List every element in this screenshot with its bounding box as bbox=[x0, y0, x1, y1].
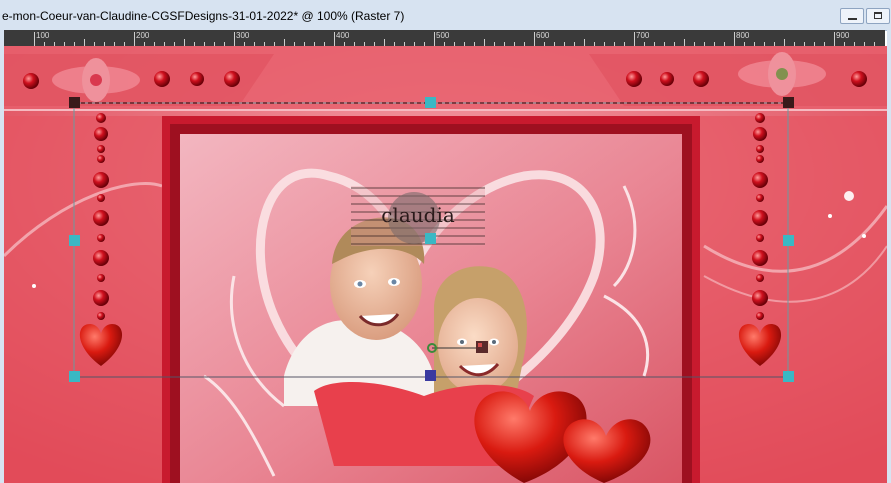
ruler-tick bbox=[34, 32, 35, 46]
ruler-tick bbox=[284, 39, 285, 46]
title-bar: e-mon-Coeur-van-Claudine-CGSFDesigns-31-… bbox=[0, 0, 891, 31]
ruler-tick bbox=[484, 39, 485, 46]
ruler-label: 200 bbox=[136, 31, 150, 40]
ruler-label: 100 bbox=[36, 31, 50, 40]
resize-handle-top-right bbox=[783, 97, 794, 108]
ruler-tick bbox=[734, 32, 735, 46]
ruler-label: 800 bbox=[736, 31, 750, 40]
resize-handle-top-left bbox=[69, 97, 80, 108]
ruler-tick bbox=[584, 39, 585, 46]
watermark-logo: claudia bbox=[351, 186, 485, 246]
image-canvas[interactable]: claudia bbox=[4, 46, 887, 483]
resize-handle-right-mid bbox=[783, 235, 794, 246]
ruler-tick bbox=[834, 32, 835, 46]
ruler-tick bbox=[634, 32, 635, 46]
right-side-panel bbox=[700, 116, 887, 483]
ruler-label: 500 bbox=[436, 31, 450, 40]
ruler-label: 300 bbox=[236, 31, 250, 40]
resize-handle-bottom-mid bbox=[425, 370, 436, 381]
watermark-text: claudia bbox=[381, 203, 455, 227]
ruler-tick bbox=[134, 32, 135, 46]
maximize-button[interactable] bbox=[866, 8, 890, 24]
resize-handle-bottom-left bbox=[69, 371, 80, 382]
ruler-tick bbox=[234, 32, 235, 46]
sparkle bbox=[844, 191, 854, 201]
horizontal-ruler[interactable]: 100 200 300 400 500 600 700 800 900 bbox=[4, 30, 885, 46]
resize-handle-center bbox=[425, 233, 436, 244]
ruler-tick bbox=[434, 32, 435, 46]
ruler-tick bbox=[534, 32, 535, 46]
sparkle bbox=[862, 234, 866, 238]
ruler-tick bbox=[184, 39, 185, 46]
ruler-tick bbox=[384, 39, 385, 46]
resize-handle-bottom-right bbox=[783, 371, 794, 382]
ruler-label: 700 bbox=[636, 31, 650, 40]
window-title: e-mon-Coeur-van-Claudine-CGSFDesigns-31-… bbox=[2, 9, 405, 23]
sparkle bbox=[32, 284, 36, 288]
window-frame-right bbox=[887, 30, 891, 483]
ruler-tick bbox=[684, 39, 685, 46]
ruler-tick bbox=[334, 32, 335, 46]
ruler-label: 900 bbox=[836, 31, 850, 40]
left-side-panel bbox=[4, 116, 162, 483]
ruler-label: 600 bbox=[536, 31, 550, 40]
ruler-tick bbox=[84, 39, 85, 46]
resize-handle-top-mid bbox=[425, 97, 436, 108]
resize-handle-left-mid bbox=[69, 235, 80, 246]
ruler-tick bbox=[784, 39, 785, 46]
sparkle bbox=[828, 214, 832, 218]
minimize-button[interactable] bbox=[840, 8, 864, 24]
ruler-label: 400 bbox=[336, 31, 350, 40]
